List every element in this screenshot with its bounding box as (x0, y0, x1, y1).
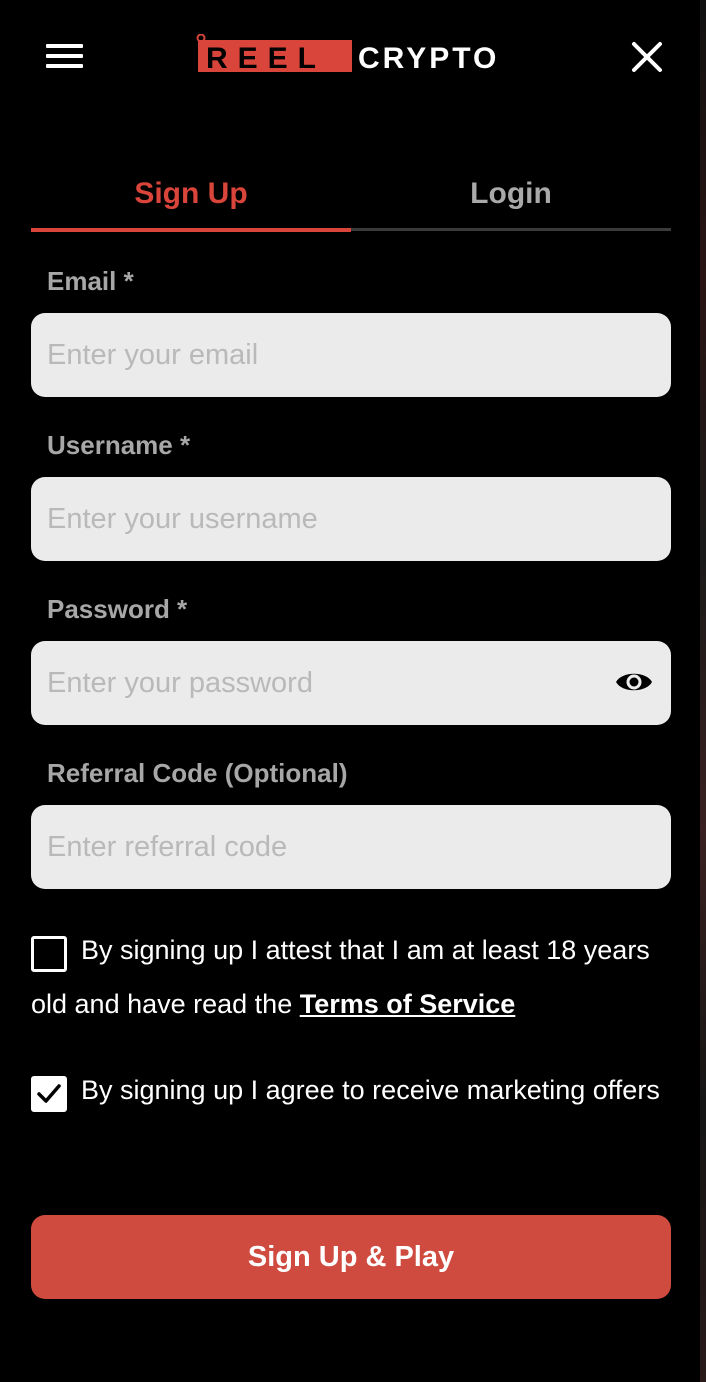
age-consent-checkbox[interactable] (31, 936, 67, 972)
email-input[interactable] (31, 313, 671, 397)
tab-sign-up[interactable]: Sign Up (31, 160, 351, 228)
svg-text:CRYPTO: CRYPTO (358, 42, 499, 75)
reel-crypto-logo[interactable]: REEL CRYPTO (194, 34, 508, 76)
background-edge (700, 0, 706, 1382)
eye-icon[interactable] (614, 666, 654, 698)
referral-label: Referral Code (Optional) (47, 758, 348, 788)
tab-active-indicator (31, 228, 351, 232)
hamburger-menu-icon[interactable] (46, 42, 84, 70)
signup-page: REEL CRYPTO Sign Up Login Email * Userna… (0, 0, 706, 1382)
age-consent-text: By signing up I attest that I am at leas… (31, 923, 676, 1031)
svg-text:REEL: REEL (206, 42, 326, 75)
marketing-consent-row: By signing up I agree to receive marketi… (31, 1063, 676, 1117)
sign-up-and-play-button[interactable]: Sign Up & Play (31, 1215, 671, 1299)
marketing-consent-text: By signing up I agree to receive marketi… (81, 1075, 660, 1105)
referral-input[interactable] (31, 805, 671, 889)
username-label: Username * (47, 430, 191, 460)
password-input[interactable] (31, 641, 671, 725)
checkmark-icon (37, 1084, 61, 1103)
username-input[interactable] (31, 477, 671, 561)
age-consent-row: By signing up I attest that I am at leas… (31, 923, 676, 1031)
password-label: Password * (47, 594, 188, 624)
tab-login[interactable]: Login (351, 160, 671, 228)
close-icon[interactable] (630, 40, 664, 74)
auth-tabs: Sign Up Login (31, 160, 671, 232)
terms-of-service-link[interactable]: Terms of Service (300, 989, 516, 1019)
email-label: Email * (47, 266, 134, 296)
marketing-consent-checkbox[interactable] (31, 1076, 67, 1112)
